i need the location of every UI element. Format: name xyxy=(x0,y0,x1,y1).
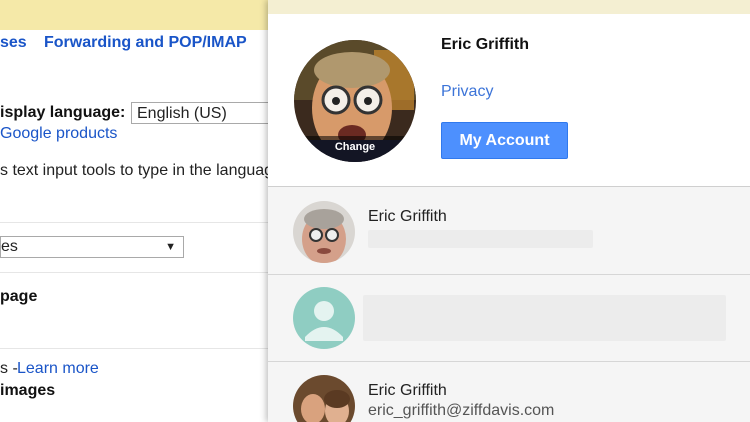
display-language-select[interactable]: English (US) xyxy=(131,102,268,124)
tab-partial[interactable]: ses xyxy=(0,34,27,52)
divider xyxy=(0,272,268,273)
learn-more-prefix: s - xyxy=(0,360,18,377)
input-tools-text: s text input tools to type in the langua… xyxy=(0,162,268,179)
account-email: eric_griffith@ziffdavis.com xyxy=(368,402,555,419)
account-list-item[interactable]: Eric Griffith eric_griffith@ziffdavis.co… xyxy=(268,362,750,422)
google-products-link[interactable]: Google products xyxy=(0,125,117,143)
page-setting-label: page xyxy=(0,288,38,305)
setting-select[interactable]: es ▼ xyxy=(0,236,184,258)
change-photo-label[interactable]: Change xyxy=(294,136,416,162)
account-list-item[interactable] xyxy=(268,275,750,362)
my-account-button[interactable]: My Account xyxy=(441,122,568,159)
current-account-avatar[interactable]: Change xyxy=(294,40,416,162)
setting-select-value: es xyxy=(1,238,18,255)
account-name: Eric Griffith xyxy=(368,382,447,399)
privacy-link[interactable]: Privacy xyxy=(441,83,493,101)
redacted-email xyxy=(368,230,593,248)
profile-photo-icon xyxy=(293,201,355,263)
images-setting-label: images xyxy=(0,382,56,399)
account-avatar xyxy=(293,375,355,422)
account-list-item[interactable]: Eric Griffith xyxy=(268,187,750,275)
display-language-label: isplay language: xyxy=(0,104,126,121)
profile-photo-icon xyxy=(293,375,355,422)
account-name: Eric Griffith xyxy=(368,208,447,225)
current-account-card: Change Eric Griffith Privacy My Account xyxy=(268,14,750,187)
account-avatar xyxy=(293,201,355,263)
redacted-account-details xyxy=(363,295,726,341)
panel-top-strip xyxy=(268,0,750,14)
person-silhouette-icon xyxy=(293,287,355,349)
learn-more-link[interactable]: Learn more xyxy=(17,360,99,378)
current-account-name: Eric Griffith xyxy=(441,36,530,53)
account-switcher-panel: Change Eric Griffith Privacy My Account … xyxy=(268,0,750,422)
divider xyxy=(0,348,268,349)
settings-page: ses Forwarding and POP/IMAP isplay langu… xyxy=(0,30,268,422)
dropdown-arrow-icon: ▼ xyxy=(165,241,176,253)
tab-forwarding-pop-imap[interactable]: Forwarding and POP/IMAP xyxy=(44,34,247,52)
language-section: isplay language: English (US) Google pro… xyxy=(0,60,268,223)
